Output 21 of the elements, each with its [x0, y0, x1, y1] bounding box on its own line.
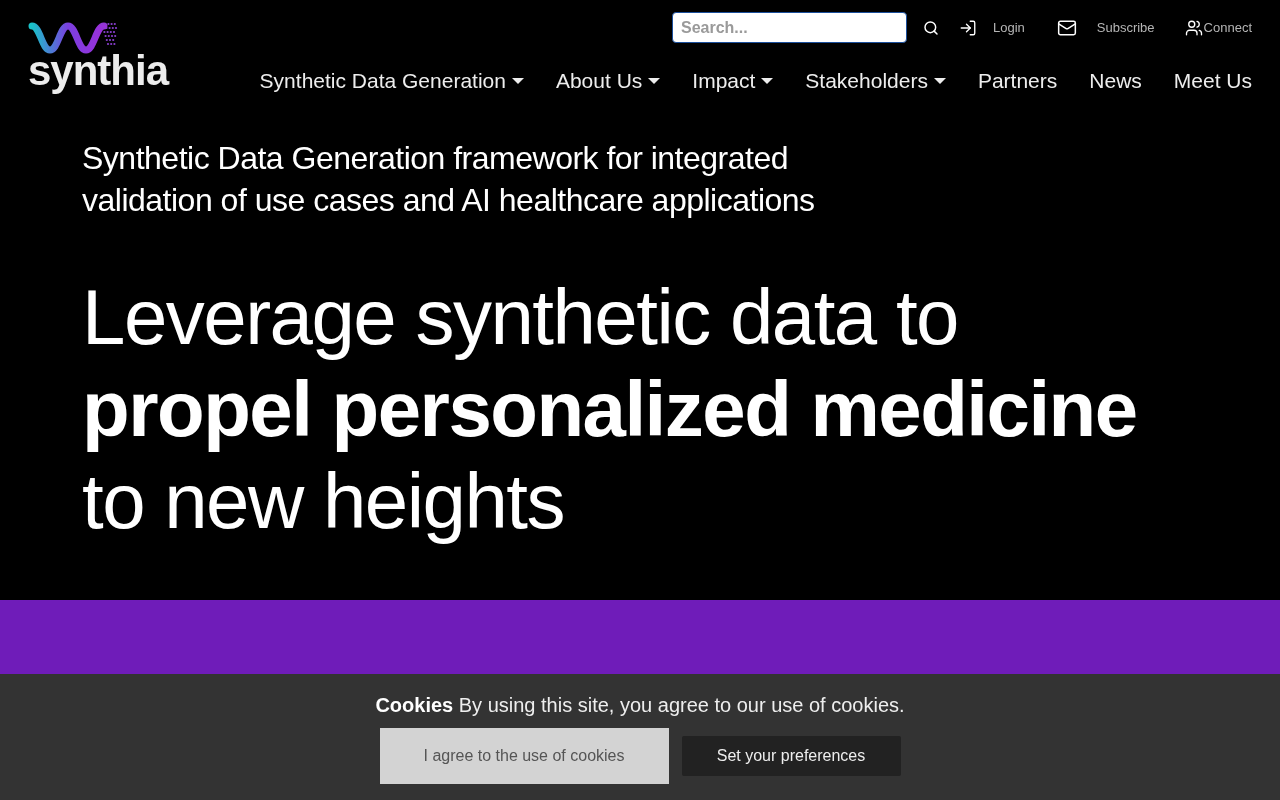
nav-link[interactable]: Impact: [692, 65, 774, 97]
hero-headline: Leverage synthetic data to propel personalized medicine to new heights: [82, 271, 1138, 547]
wave-logo-icon: [28, 22, 120, 54]
connect-link[interactable]: Connect: [1184, 17, 1252, 38]
nav-link[interactable]: Meet Us: [1173, 65, 1252, 97]
search-field[interactable]: Search...: [671, 12, 907, 43]
nav-link[interactable]: About Us: [555, 65, 661, 97]
hero-subtitle: Synthetic Data Generation framework for integrated validation of use cases and AI healthcare applications: [82, 138, 816, 220]
logo-text[interactable]: synthia: [28, 50, 169, 92]
nav-link[interactable]: Partners: [977, 65, 1058, 97]
nav-link[interactable]: Synthetic Data Generation: [259, 65, 524, 97]
subscribe-link[interactable]: Subscribe: [1056, 17, 1155, 38]
preferences-button[interactable]: Set your preferences: [681, 736, 901, 776]
search-icon: [922, 19, 939, 36]
nav-link[interactable]: Stakeholders: [805, 65, 946, 97]
login-link[interactable]: Login: [958, 17, 1025, 38]
login-icon: [958, 18, 977, 37]
users-icon: [1184, 18, 1203, 37]
agree-button[interactable]: I agree to the use of cookies: [379, 728, 669, 784]
nav-link[interactable]: News: [1089, 65, 1142, 97]
cookie-message: Cookies By using this site, you agree to our use of cookies.: [375, 693, 905, 718]
